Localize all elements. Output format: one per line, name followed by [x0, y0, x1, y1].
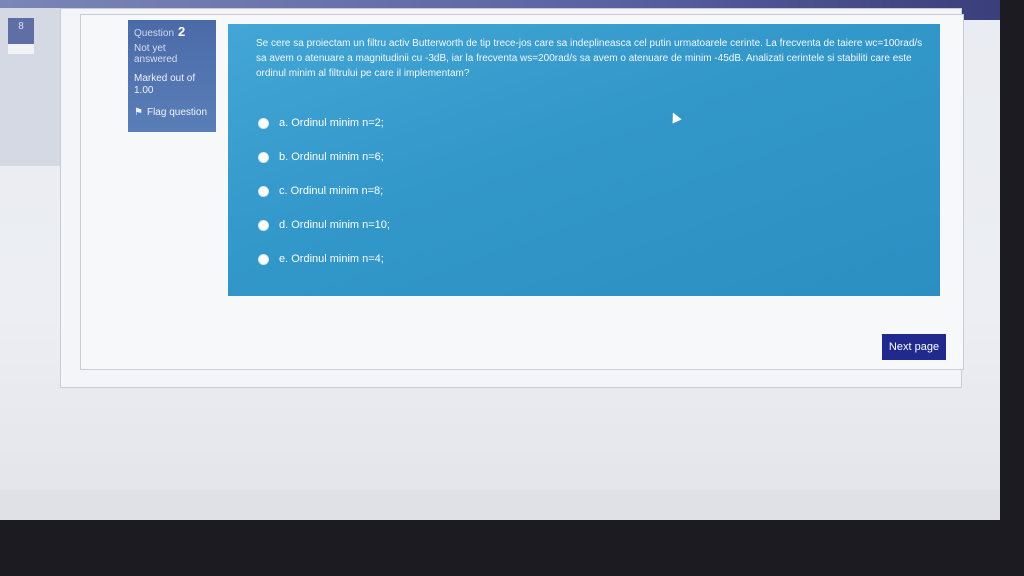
question-status: Not yet answered	[134, 43, 178, 65]
radio-button-b[interactable]	[258, 151, 269, 163]
question-text: Se cere sa proiectam un filtru activ But…	[256, 38, 923, 79]
screen: 8 Question 2 Not yet answered Marked out …	[0, 0, 1000, 520]
answer-label-d[interactable]: d. Ordinul minim n=10;	[279, 219, 390, 231]
question-marks: Marked out of 1.00	[134, 73, 196, 96]
radio-button-d[interactable]	[258, 219, 269, 231]
quiz-nav-page-status	[8, 44, 34, 54]
answer-label-b[interactable]: b. Ordinul minim n=6;	[279, 151, 384, 163]
flag-question-link[interactable]: ⚑ Flag question	[134, 107, 210, 118]
question-heading: Question 2	[134, 24, 210, 39]
next-page-button[interactable]: Next page	[882, 334, 946, 360]
answer-options: a. Ordinul minim n=2; b. Ordinul minim n…	[258, 106, 390, 276]
quiz-nav-page-number: 8	[18, 21, 24, 32]
radio-button-e[interactable]	[258, 253, 269, 265]
footer-area	[0, 490, 1000, 520]
quiz-nav-page-button[interactable]: 8	[8, 18, 34, 54]
answer-label-c[interactable]: c. Ordinul minim n=8;	[279, 185, 383, 197]
answer-option-e[interactable]: e. Ordinul minim n=4;	[258, 242, 390, 276]
flag-icon: ⚑	[134, 107, 143, 118]
answer-option-d[interactable]: d. Ordinul minim n=10;	[258, 208, 390, 242]
question-info: Question 2 Not yet answered Marked out of…	[128, 20, 216, 132]
radio-button-a[interactable]	[258, 117, 269, 129]
flag-question-label: Flag question	[146, 107, 208, 118]
question-label: Question	[134, 28, 175, 39]
question-number: 2	[178, 24, 186, 39]
answer-option-c[interactable]: c. Ordinul minim n=8;	[258, 174, 390, 208]
quiz-navigation-panel: 8	[0, 8, 69, 166]
answer-option-a[interactable]: a. Ordinul minim n=2;	[258, 106, 390, 140]
question-content-panel: Se cere sa proiectam un filtru activ But…	[228, 24, 940, 296]
answer-label-e[interactable]: e. Ordinul minim n=4;	[279, 253, 384, 265]
radio-button-c[interactable]	[258, 185, 269, 197]
mouse-cursor-icon	[668, 110, 682, 124]
answer-option-b[interactable]: b. Ordinul minim n=6;	[258, 140, 390, 174]
answer-label-a[interactable]: a. Ordinul minim n=2;	[279, 117, 384, 129]
